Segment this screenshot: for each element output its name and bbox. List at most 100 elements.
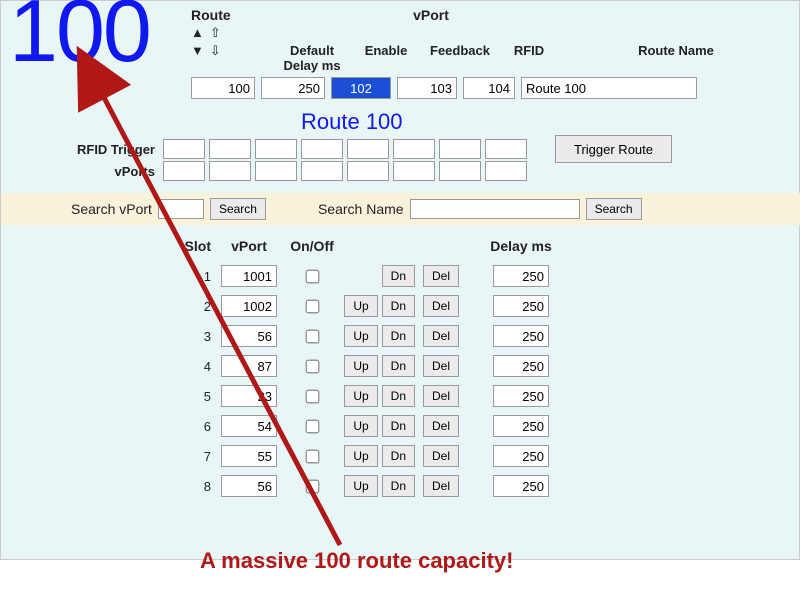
dn-button[interactable]: Dn bbox=[382, 445, 415, 467]
rfid-trigger-input-5[interactable] bbox=[347, 139, 389, 159]
rfid-trigger-input-6[interactable] bbox=[393, 139, 435, 159]
rfid-input[interactable] bbox=[463, 77, 515, 99]
label-rfid: RFID bbox=[499, 43, 559, 73]
dn-button[interactable]: Dn bbox=[382, 415, 415, 437]
rfid-trigger-input-1[interactable] bbox=[163, 139, 205, 159]
rfid-trigger-input-8[interactable] bbox=[485, 139, 527, 159]
dn-button[interactable]: Dn bbox=[382, 325, 415, 347]
vport-input[interactable] bbox=[221, 265, 277, 287]
vports-input-7[interactable] bbox=[439, 161, 481, 181]
trigger-route-button[interactable]: Trigger Route bbox=[555, 135, 672, 163]
rfid-trigger-row: RFID Trigger Trigger Route bbox=[51, 135, 672, 163]
route-name-input[interactable] bbox=[521, 77, 697, 99]
onoff-checkbox[interactable] bbox=[306, 269, 320, 283]
table-row: 6 UpDn Del bbox=[171, 411, 571, 441]
del-button[interactable]: Del bbox=[423, 385, 459, 407]
del-button[interactable]: Del bbox=[423, 415, 459, 437]
overlay-big-number: 100 bbox=[9, 0, 150, 75]
del-button[interactable]: Del bbox=[423, 475, 459, 497]
vport-input[interactable] bbox=[221, 475, 277, 497]
del-button[interactable]: Del bbox=[423, 355, 459, 377]
rfid-trigger-input-3[interactable] bbox=[255, 139, 297, 159]
th-onoff: On/Off bbox=[287, 238, 337, 254]
slots-table: Slot vPort On/Off Delay ms 1DnDel2UpDnDe… bbox=[171, 231, 571, 501]
delay-input[interactable] bbox=[493, 415, 549, 437]
search-vport-button[interactable]: Search bbox=[210, 198, 266, 220]
onoff-checkbox[interactable] bbox=[306, 359, 320, 373]
enable-input[interactable] bbox=[331, 77, 391, 99]
dn-button[interactable]: Dn bbox=[382, 385, 415, 407]
route-up-outline-icon[interactable]: ⇧ bbox=[210, 25, 221, 41]
table-row: 8UpDnDel bbox=[171, 471, 571, 501]
search-bar: Search vPort Search Search Name Search bbox=[1, 193, 800, 225]
search-vport-input[interactable] bbox=[158, 199, 204, 219]
onoff-checkbox[interactable] bbox=[306, 419, 320, 433]
vport-input[interactable] bbox=[221, 445, 277, 467]
del-button[interactable]: Del bbox=[423, 295, 459, 317]
vports-input-4[interactable] bbox=[301, 161, 343, 181]
up-button[interactable]: Up bbox=[344, 445, 377, 467]
vport-input[interactable] bbox=[221, 385, 277, 407]
search-name-input[interactable] bbox=[410, 199, 580, 219]
delay-input[interactable] bbox=[493, 325, 549, 347]
label-enable: Enable bbox=[351, 43, 421, 73]
rfid-trigger-input-2[interactable] bbox=[209, 139, 251, 159]
cell-slot: 6 bbox=[171, 419, 211, 434]
th-slot: Slot bbox=[171, 238, 211, 254]
table-row: 3UpDnDel bbox=[171, 321, 571, 351]
dn-button[interactable]: Dn bbox=[382, 295, 415, 317]
table-row: 4UpDnDel bbox=[171, 351, 571, 381]
delay-input[interactable] bbox=[493, 265, 549, 287]
table-row: 2UpDnDel bbox=[171, 291, 571, 321]
rfid-trigger-input-7[interactable] bbox=[439, 139, 481, 159]
del-button[interactable]: Del bbox=[423, 445, 459, 467]
onoff-checkbox[interactable] bbox=[306, 329, 320, 343]
route-down-outline-icon[interactable]: ⇩ bbox=[210, 43, 221, 59]
vport-input[interactable] bbox=[221, 355, 277, 377]
label-default-delay: Default Delay ms bbox=[283, 43, 340, 73]
label-vports: vPorts bbox=[51, 164, 159, 179]
delay-input[interactable] bbox=[493, 475, 549, 497]
vports-input-8[interactable] bbox=[485, 161, 527, 181]
del-button[interactable]: Del bbox=[423, 325, 459, 347]
delay-input[interactable] bbox=[493, 355, 549, 377]
delay-input[interactable] bbox=[493, 295, 549, 317]
onoff-checkbox[interactable] bbox=[306, 449, 320, 463]
onoff-checkbox[interactable] bbox=[306, 479, 320, 493]
vport-input[interactable] bbox=[221, 415, 277, 437]
onoff-checkbox[interactable] bbox=[306, 389, 320, 403]
up-button[interactable]: Up bbox=[344, 325, 377, 347]
search-name-button[interactable]: Search bbox=[586, 198, 642, 220]
route-up-filled-icon[interactable]: ▲ bbox=[191, 25, 204, 41]
dn-button[interactable]: Dn bbox=[382, 475, 415, 497]
app-panel: 100 Route vPort ▲ ⇧ ▼ ⇩ Default Delay ms… bbox=[0, 0, 800, 560]
label-search-name: Search Name bbox=[318, 201, 404, 217]
dn-button[interactable]: Dn bbox=[382, 355, 415, 377]
top-grid: Route vPort ▲ ⇧ ▼ ⇩ Default Delay ms Ena… bbox=[191, 7, 781, 99]
up-button[interactable]: Up bbox=[344, 295, 377, 317]
table-row: 1DnDel bbox=[171, 261, 571, 291]
default-delay-input[interactable] bbox=[261, 77, 325, 99]
vports-input-6[interactable] bbox=[393, 161, 435, 181]
up-button[interactable]: Up bbox=[344, 415, 377, 437]
del-button[interactable]: Del bbox=[423, 265, 459, 287]
dn-button[interactable]: Dn bbox=[382, 265, 415, 287]
vports-input-1[interactable] bbox=[163, 161, 205, 181]
rfid-trigger-input-4[interactable] bbox=[301, 139, 343, 159]
up-button[interactable]: Up bbox=[344, 385, 377, 407]
table-row: 5UpDnDel bbox=[171, 381, 571, 411]
table-row: 7UpDnDel bbox=[171, 441, 571, 471]
route-input[interactable] bbox=[191, 77, 255, 99]
vports-input-5[interactable] bbox=[347, 161, 389, 181]
delay-input[interactable] bbox=[493, 385, 549, 407]
vports-input-2[interactable] bbox=[209, 161, 251, 181]
vport-input[interactable] bbox=[221, 295, 277, 317]
feedback-input[interactable] bbox=[397, 77, 457, 99]
vports-input-3[interactable] bbox=[255, 161, 297, 181]
vport-input[interactable] bbox=[221, 325, 277, 347]
route-down-filled-icon[interactable]: ▼ bbox=[191, 43, 204, 59]
onoff-checkbox[interactable] bbox=[306, 299, 320, 313]
up-button[interactable]: Up bbox=[344, 475, 377, 497]
up-button[interactable]: Up bbox=[344, 355, 377, 377]
delay-input[interactable] bbox=[493, 445, 549, 467]
